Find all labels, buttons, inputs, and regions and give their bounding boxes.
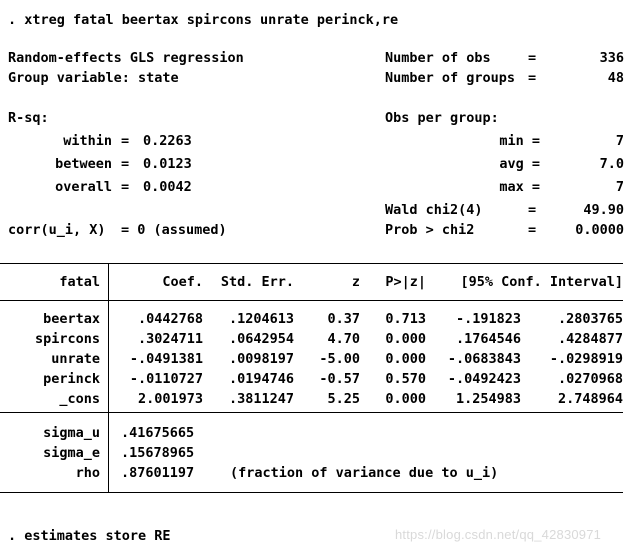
table-row-coef: .0442768 [137, 311, 203, 327]
obs-per-group-max-value: 7 [615, 179, 624, 195]
wald-chi2-label: Wald chi2(4) [385, 202, 483, 218]
rsq-within-label: within [63, 133, 112, 149]
table-row-ci-high: -.0298919 [549, 351, 623, 367]
number-of-obs-value: 336 [599, 50, 624, 66]
table-row-std-err: .0098197 [228, 351, 294, 367]
rsq-between-label: between [55, 156, 112, 172]
table-row-ci-low: -.191823 [455, 311, 521, 327]
corr-value: = 0 (assumed) [121, 222, 227, 238]
table-header-p-value: P>|z| [385, 274, 426, 290]
table-row-z: 0.37 [327, 311, 360, 327]
stata-results-console: . xtreg fatal beertax spircons unrate pe… [0, 0, 637, 554]
rsq-within-equals: = [121, 133, 130, 149]
table-divider-upper [108, 264, 109, 412]
number-of-groups-label: Number of groups [385, 70, 516, 86]
table-header-std-err: Std. Err. [220, 274, 294, 290]
prob-chi2-value: 0.0000 [575, 222, 624, 238]
table-row-coef: 2.001973 [137, 391, 203, 407]
table-row-p-value: 0.570 [385, 371, 426, 387]
table-rule-header [0, 300, 623, 301]
table-row-ci-high: .2803765 [557, 311, 623, 327]
table-rule-variance [0, 412, 623, 413]
table-row-z: -5.00 [319, 351, 360, 367]
table-row-coef: -.0491381 [129, 351, 203, 367]
wald-chi2-value: 49.90 [583, 202, 624, 218]
table-row-std-err: .3811247 [228, 391, 294, 407]
model-title: Random-effects GLS regression [8, 50, 244, 66]
variance-row-note: (fraction of variance due to u_i) [230, 465, 499, 481]
command-line-bottom: . estimates store RE [8, 528, 171, 544]
watermark-text: https://blog.csdn.net/qq_42830971 [395, 527, 602, 542]
obs-per-group-min-label: min = [499, 133, 540, 149]
table-header-depvar: fatal [59, 274, 100, 290]
group-variable-label: Group variable: state [8, 70, 179, 86]
rsq-between-equals: = [121, 156, 130, 172]
table-row-std-err: .0194746 [228, 371, 294, 387]
table-row-ci-low: .1764546 [455, 331, 521, 347]
table-row-coef: -.0110727 [129, 371, 203, 387]
table-row-z: -0.57 [319, 371, 360, 387]
table-row-term: beertax [43, 311, 100, 327]
variance-row-term: sigma_u [43, 425, 100, 441]
prob-chi2-label: Prob > chi2 [385, 222, 475, 238]
table-rule-bottom [0, 492, 623, 493]
table-row-term: perinck [43, 371, 100, 387]
table-row-ci-high: .0270968 [557, 371, 623, 387]
variance-row-value: .41675665 [121, 425, 195, 441]
variance-row-term: rho [75, 465, 100, 481]
table-divider-lower [108, 413, 109, 492]
table-row-std-err: .1204613 [228, 311, 294, 327]
command-line-top: . xtreg fatal beertax spircons unrate pe… [8, 12, 399, 28]
table-row-ci-high: 2.748964 [557, 391, 623, 407]
table-row-term: unrate [51, 351, 100, 367]
number-of-obs-label: Number of obs [385, 50, 491, 66]
obs-per-group-avg-label: avg = [499, 156, 540, 172]
obs-per-group-min-value: 7 [615, 133, 624, 149]
table-row-p-value: 0.000 [385, 351, 426, 367]
table-row-p-value: 0.000 [385, 331, 426, 347]
number-of-groups-value: 48 [607, 70, 624, 86]
table-row-ci-high: .4284877 [557, 331, 623, 347]
corr-label: corr(u_i, X) [8, 222, 106, 238]
table-row-z: 4.70 [327, 331, 360, 347]
obs-per-group-avg-value: 7.0 [599, 156, 624, 172]
rsq-overall-equals: = [121, 179, 130, 195]
table-row-p-value: 0.713 [385, 311, 426, 327]
table-row-z: 5.25 [327, 391, 360, 407]
obs-per-group-max-label: max = [499, 179, 540, 195]
table-row-term: spircons [34, 331, 100, 347]
obs-per-group-label: Obs per group: [385, 110, 499, 126]
variance-row-value: .15678965 [121, 445, 195, 461]
table-row-ci-low: 1.254983 [455, 391, 521, 407]
table-row-ci-low: -.0492423 [447, 371, 521, 387]
table-header-z: z [351, 274, 360, 290]
table-row-term: _cons [59, 391, 100, 407]
table-row-std-err: .0642954 [228, 331, 294, 347]
rsq-between-value: 0.0123 [143, 156, 192, 172]
table-header-coef: Coef. [162, 274, 203, 290]
table-header-conf-interval: [95% Conf. Interval] [460, 274, 623, 290]
rsq-within-value: 0.2263 [143, 133, 192, 149]
table-row-coef: .3024711 [137, 331, 203, 347]
variance-row-term: sigma_e [43, 445, 100, 461]
table-rule-top [0, 263, 623, 264]
table-row-p-value: 0.000 [385, 391, 426, 407]
rsq-label: R-sq: [8, 110, 49, 126]
rsq-overall-label: overall [55, 179, 112, 195]
rsq-overall-value: 0.0042 [143, 179, 192, 195]
variance-row-value: .87601197 [121, 465, 195, 481]
table-row-ci-low: -.0683843 [447, 351, 521, 367]
